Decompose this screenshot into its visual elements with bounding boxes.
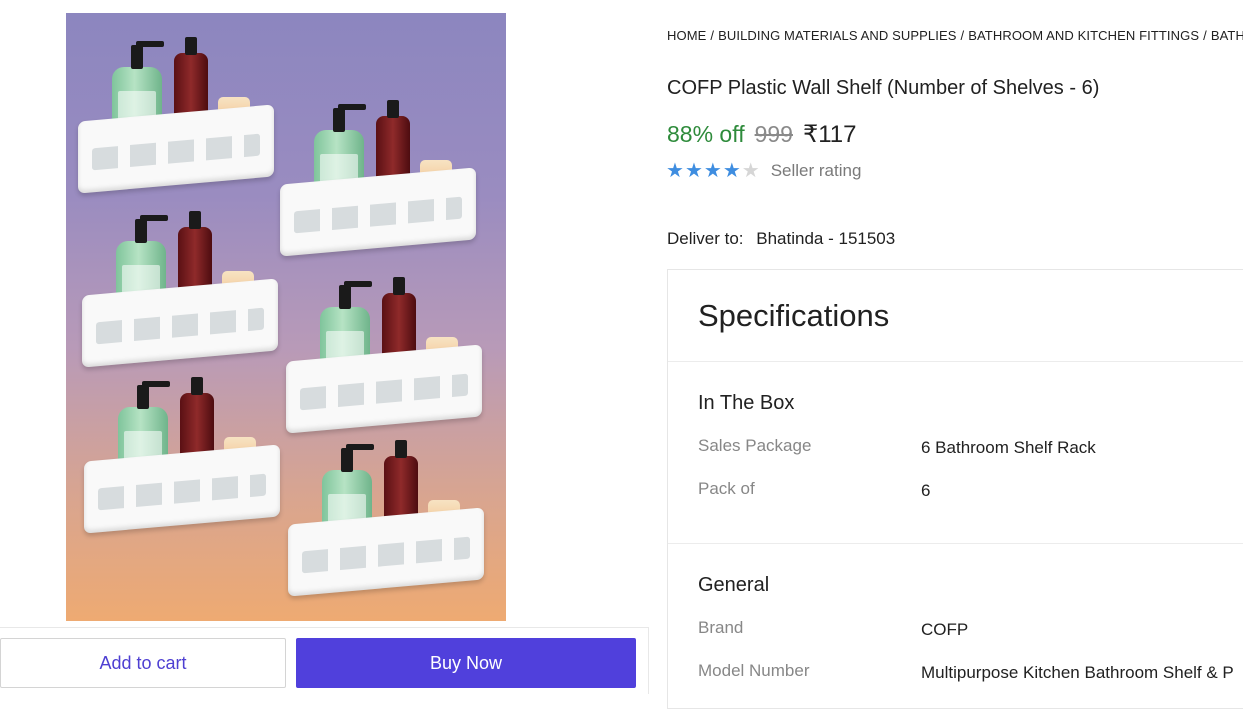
spec-value: Multipurpose Kitchen Bathroom Shelf & P <box>921 663 1234 682</box>
shelf-rack <box>84 444 280 534</box>
star-empty-icon: ★ <box>741 160 760 182</box>
breadcrumb: HOME / BUILDING MATERIALS AND SUPPLIES / BAT… <box>667 28 1243 43</box>
breadcrumb-bathroom-kitchen-fittings[interactable]: BATHROOM AND KITCHEN FITTINGS <box>968 28 1199 43</box>
buy-now-button[interactable]: Buy Now <box>296 638 636 688</box>
shelf-unit <box>84 375 280 534</box>
section-title-general: General <box>698 574 770 596</box>
spec-key: Pack of <box>698 479 755 498</box>
delivery-location: Deliver to: Bhatinda - 151503 <box>667 229 895 249</box>
product-image[interactable] <box>66 13 506 621</box>
spec-key: Brand <box>698 618 744 637</box>
shelf-rack <box>288 507 484 597</box>
seller-rating: ★ ★ ★ ★ ★ Seller rating <box>666 161 861 181</box>
seller-rating-label: Seller rating <box>770 161 862 180</box>
spec-value: COFP <box>921 620 969 639</box>
star-filled-icon: ★ <box>684 160 703 182</box>
rating-stars: ★ ★ ★ ★ ★ <box>666 161 761 181</box>
specifications-card: Specifications In The Box Sales Package … <box>667 269 1243 709</box>
shelf-unit <box>286 275 482 434</box>
breadcrumb-home[interactable]: HOME <box>667 28 706 43</box>
shelf-rack <box>280 167 476 257</box>
section-title-in-the-box: In The Box <box>698 392 795 414</box>
shelf-rack <box>78 104 274 194</box>
breadcrumb-building-materials[interactable]: BUILDING MATERIALS AND SUPPLIES <box>718 28 956 43</box>
star-filled-icon: ★ <box>666 160 684 182</box>
spec-key: Sales Package <box>698 436 812 455</box>
shelf-rack <box>82 278 278 368</box>
action-bar: Add to cart Buy Now <box>0 627 649 694</box>
star-filled-icon: ★ <box>703 160 722 182</box>
discount-percent: 88% off <box>667 121 745 147</box>
shelf-rack <box>286 344 482 434</box>
shelf-unit <box>82 209 278 368</box>
deliver-to-label: Deliver to: <box>667 229 744 248</box>
spec-value: 6 Bathroom Shelf Rack <box>921 438 1096 457</box>
add-to-cart-button[interactable]: Add to cart <box>0 638 286 688</box>
shelf-unit <box>78 35 274 194</box>
shelf-unit <box>280 98 476 257</box>
star-filled-icon: ★ <box>722 160 741 182</box>
divider <box>668 361 1243 362</box>
divider <box>668 543 1243 544</box>
spec-key: Model Number <box>698 661 810 680</box>
breadcrumb-bathroom[interactable]: BATHROO <box>1211 28 1243 43</box>
shelf-unit <box>288 438 484 597</box>
price-row: 88% off 999 ₹117 <box>667 120 857 149</box>
product-title: COFP Plastic Wall Shelf (Number of Shelv… <box>667 77 1100 99</box>
selling-price: ₹117 <box>802 121 857 148</box>
spec-value: 6 <box>921 481 931 500</box>
deliver-location-value[interactable]: Bhatinda - 151503 <box>756 229 895 248</box>
specifications-title: Specifications <box>698 298 890 333</box>
original-price: 999 <box>754 121 793 147</box>
